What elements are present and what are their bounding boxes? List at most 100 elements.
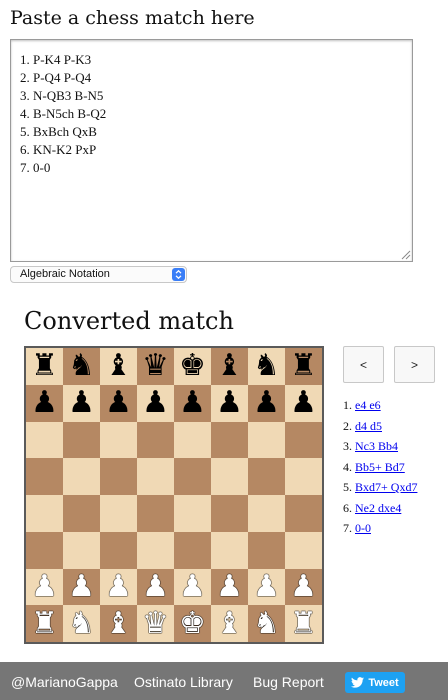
white-pawn-icon[interactable]: ♟ bbox=[142, 571, 169, 602]
white-knight-icon[interactable]: ♞ bbox=[68, 608, 95, 639]
board-square[interactable] bbox=[174, 495, 211, 532]
move-link[interactable]: Bxd7+ Qxd7 bbox=[355, 480, 417, 494]
board-square[interactable] bbox=[174, 531, 211, 569]
board-square[interactable] bbox=[285, 421, 322, 459]
board-square[interactable] bbox=[248, 495, 285, 532]
white-pawn-icon[interactable]: ♟ bbox=[253, 571, 280, 602]
board-square[interactable] bbox=[248, 531, 285, 569]
board-square[interactable] bbox=[100, 495, 137, 532]
board-square[interactable] bbox=[137, 495, 174, 532]
black-pawn-icon[interactable]: ♟ bbox=[290, 388, 317, 418]
board-square[interactable] bbox=[285, 495, 322, 532]
black-pawn-icon[interactable]: ♟ bbox=[216, 388, 243, 418]
board-square[interactable] bbox=[211, 421, 248, 459]
board-square[interactable] bbox=[137, 531, 174, 569]
white-bishop-icon[interactable]: ♝ bbox=[216, 608, 243, 639]
board-square[interactable]: ♞ bbox=[248, 348, 285, 385]
board-square[interactable] bbox=[26, 531, 63, 569]
board-square[interactable] bbox=[174, 458, 211, 495]
move-link[interactable]: 0-0 bbox=[355, 521, 371, 535]
tweet-button[interactable]: Tweet bbox=[345, 672, 405, 693]
black-queen-icon[interactable]: ♛ bbox=[142, 351, 169, 381]
board-square[interactable]: ♟ bbox=[100, 568, 137, 606]
board-square[interactable]: ♜ bbox=[26, 605, 63, 642]
board-square[interactable]: ♝ bbox=[100, 605, 137, 642]
bug-report-link[interactable]: Bug Report bbox=[253, 673, 324, 691]
board-square[interactable]: ♟ bbox=[137, 384, 174, 422]
board-square[interactable] bbox=[63, 421, 100, 459]
previous-move-button[interactable]: < bbox=[343, 346, 384, 383]
board-square[interactable]: ♟ bbox=[63, 384, 100, 422]
board-square[interactable]: ♟ bbox=[174, 568, 211, 606]
board-square[interactable]: ♟ bbox=[248, 568, 285, 606]
white-pawn-icon[interactable]: ♟ bbox=[105, 571, 132, 602]
match-input-textarea[interactable]: 1. P-K4 P-K3 2. P-Q4 P-Q4 3. N-QB3 B-N5 … bbox=[10, 39, 413, 262]
move-link[interactable]: Ne2 dxe4 bbox=[355, 501, 401, 515]
white-knight-icon[interactable]: ♞ bbox=[253, 608, 280, 639]
board-square[interactable] bbox=[26, 495, 63, 532]
black-pawn-icon[interactable]: ♟ bbox=[142, 388, 169, 418]
black-pawn-icon[interactable]: ♟ bbox=[179, 388, 206, 418]
move-link[interactable]: d4 d5 bbox=[355, 419, 382, 433]
notation-select[interactable]: Algebraic Notation bbox=[10, 266, 187, 283]
black-knight-icon[interactable]: ♞ bbox=[68, 351, 95, 381]
board-square[interactable] bbox=[211, 458, 248, 495]
resize-grip-icon[interactable] bbox=[399, 248, 411, 260]
board-square[interactable] bbox=[137, 458, 174, 495]
white-pawn-icon[interactable]: ♟ bbox=[179, 571, 206, 602]
board-square[interactable]: ♟ bbox=[211, 568, 248, 606]
board-square[interactable]: ♞ bbox=[248, 605, 285, 642]
library-link[interactable]: Ostinato Library bbox=[134, 673, 233, 691]
black-king-icon[interactable]: ♚ bbox=[179, 351, 206, 381]
board-square[interactable] bbox=[100, 458, 137, 495]
board-square[interactable]: ♞ bbox=[63, 605, 100, 642]
next-move-button[interactable]: > bbox=[394, 346, 435, 383]
white-bishop-icon[interactable]: ♝ bbox=[105, 608, 132, 639]
author-link[interactable]: @MarianoGappa bbox=[11, 673, 118, 691]
board-square[interactable]: ♟ bbox=[248, 384, 285, 422]
white-rook-icon[interactable]: ♜ bbox=[290, 608, 317, 639]
move-link[interactable]: e4 e6 bbox=[355, 398, 381, 412]
board-square[interactable]: ♟ bbox=[100, 384, 137, 422]
black-pawn-icon[interactable]: ♟ bbox=[253, 388, 280, 418]
board-square[interactable]: ♟ bbox=[137, 568, 174, 606]
board-square[interactable] bbox=[248, 458, 285, 495]
board-square[interactable] bbox=[26, 421, 63, 459]
white-queen-icon[interactable]: ♛ bbox=[142, 608, 169, 639]
board-square[interactable] bbox=[211, 495, 248, 532]
black-bishop-icon[interactable]: ♝ bbox=[216, 351, 243, 381]
move-link[interactable]: Bb5+ Bd7 bbox=[355, 460, 405, 474]
white-pawn-icon[interactable]: ♟ bbox=[68, 571, 95, 602]
board-square[interactable]: ♟ bbox=[285, 384, 322, 422]
board-square[interactable]: ♞ bbox=[63, 348, 100, 385]
board-square[interactable]: ♜ bbox=[26, 348, 63, 385]
board-square[interactable]: ♛ bbox=[137, 348, 174, 385]
black-bishop-icon[interactable]: ♝ bbox=[105, 351, 132, 381]
board-square[interactable] bbox=[285, 531, 322, 569]
board-square[interactable] bbox=[285, 458, 322, 495]
board-square[interactable]: ♟ bbox=[26, 384, 63, 422]
board-square[interactable]: ♛ bbox=[137, 605, 174, 642]
board-square[interactable]: ♜ bbox=[285, 348, 322, 385]
black-pawn-icon[interactable]: ♟ bbox=[68, 388, 95, 418]
black-knight-icon[interactable]: ♞ bbox=[253, 351, 280, 381]
board-square[interactable]: ♟ bbox=[174, 384, 211, 422]
board-square[interactable] bbox=[174, 421, 211, 459]
white-rook-icon[interactable]: ♜ bbox=[31, 608, 58, 639]
move-link[interactable]: Nc3 Bb4 bbox=[355, 439, 398, 453]
board-square[interactable]: ♟ bbox=[63, 568, 100, 606]
board-square[interactable]: ♜ bbox=[285, 605, 322, 642]
board-square[interactable] bbox=[137, 421, 174, 459]
board-square[interactable]: ♚ bbox=[174, 348, 211, 385]
board-square[interactable]: ♟ bbox=[211, 384, 248, 422]
board-square[interactable] bbox=[100, 531, 137, 569]
board-square[interactable]: ♝ bbox=[211, 348, 248, 385]
black-pawn-icon[interactable]: ♟ bbox=[105, 388, 132, 418]
black-rook-icon[interactable]: ♜ bbox=[31, 351, 58, 381]
board-square[interactable] bbox=[63, 458, 100, 495]
board-square[interactable] bbox=[100, 421, 137, 459]
white-pawn-icon[interactable]: ♟ bbox=[216, 571, 243, 602]
board-square[interactable]: ♝ bbox=[211, 605, 248, 642]
board-square[interactable]: ♟ bbox=[285, 568, 322, 606]
board-square[interactable]: ♚ bbox=[174, 605, 211, 642]
